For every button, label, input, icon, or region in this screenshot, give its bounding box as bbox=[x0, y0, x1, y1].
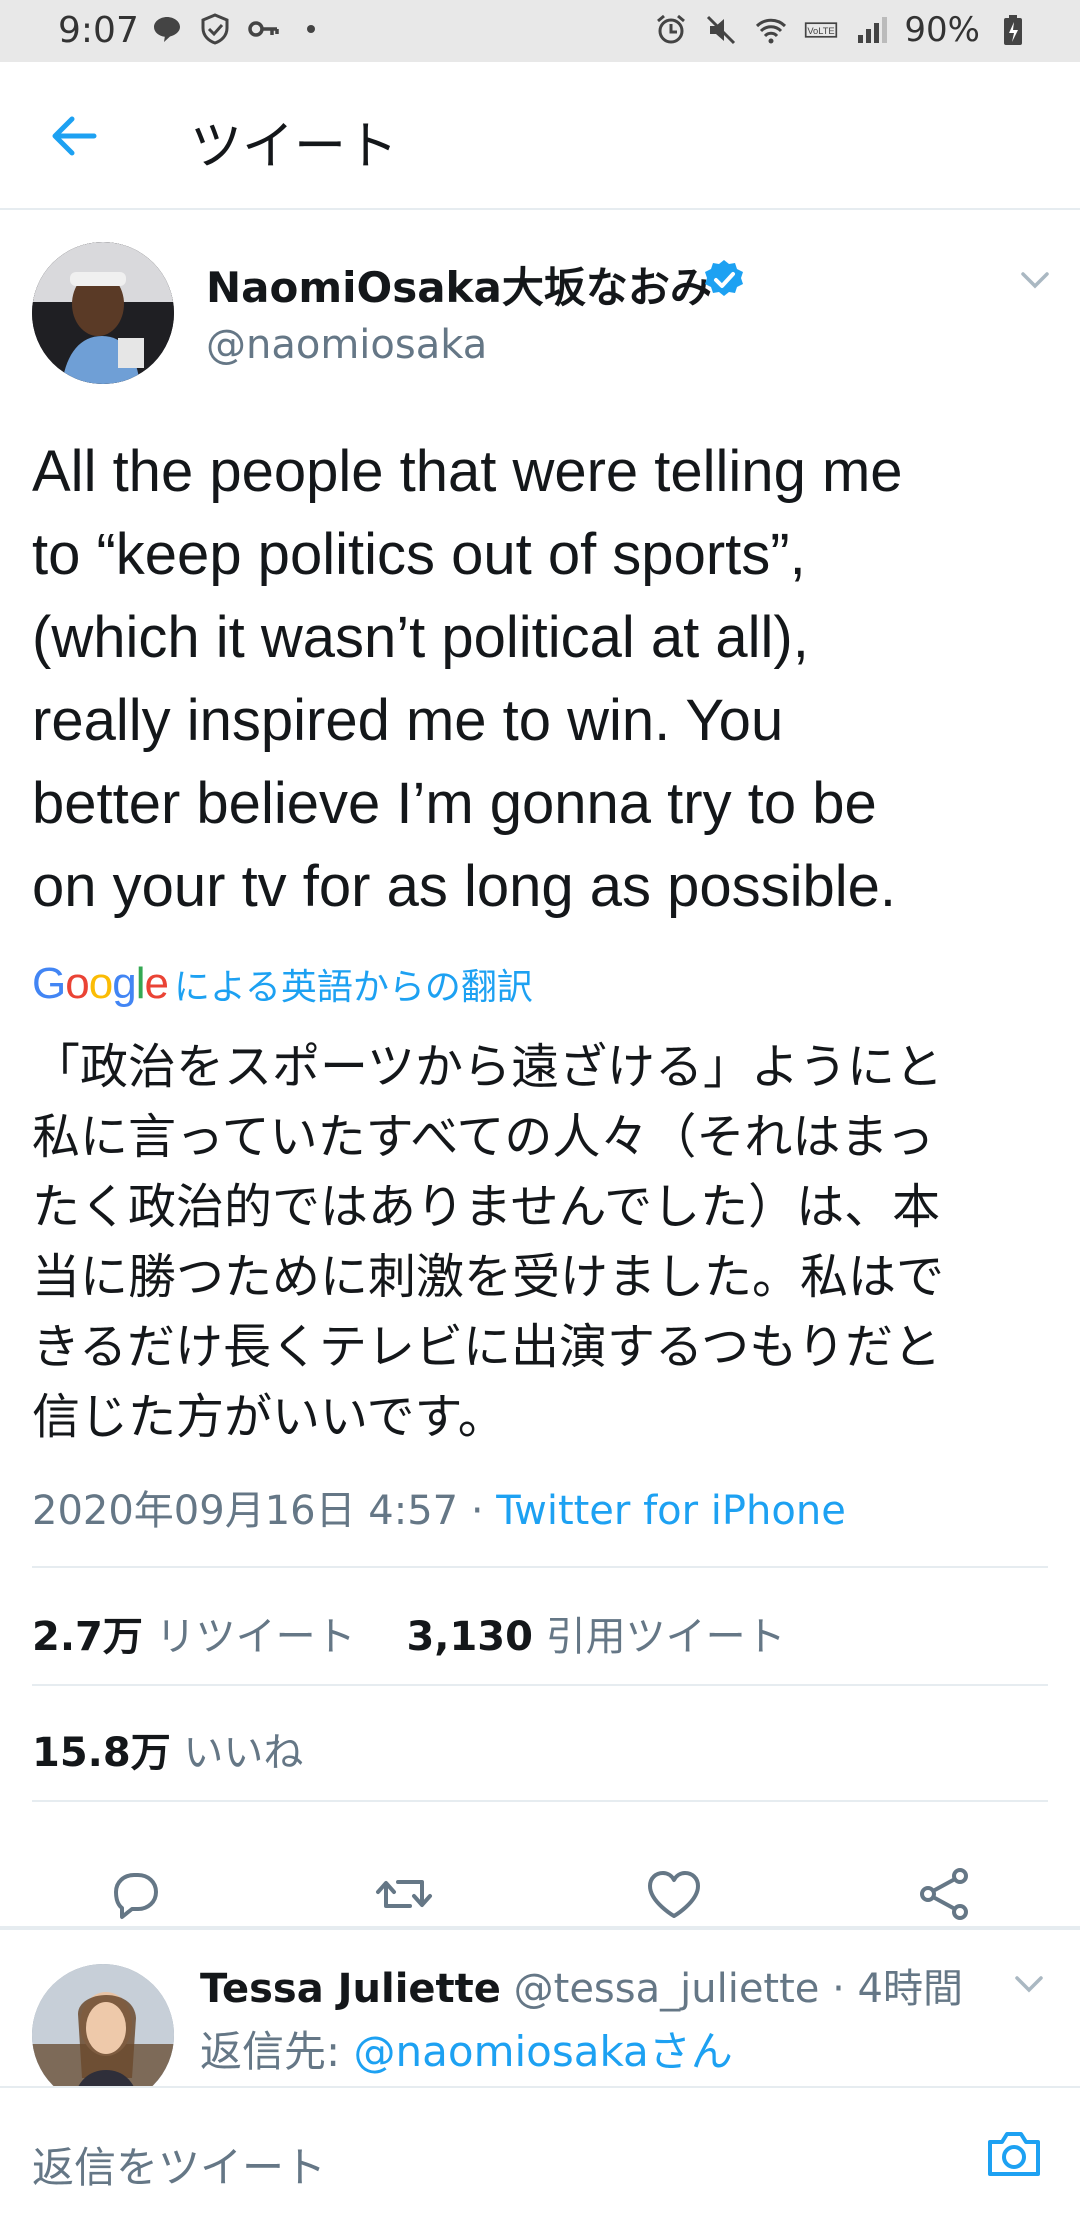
status-time: 9:07 bbox=[58, 10, 139, 51]
google-logo: Google bbox=[32, 959, 169, 1008]
page-title: ツイート bbox=[190, 117, 399, 177]
reply-chevron-down-icon[interactable] bbox=[1012, 1972, 1046, 1996]
reply-compose-bar[interactable]: 返信をツイート bbox=[0, 2086, 1080, 2220]
tweet-text-line: to “keep politics out of sports”, bbox=[32, 522, 806, 587]
alarm-icon bbox=[657, 14, 686, 44]
divider bbox=[32, 1566, 1048, 1568]
volte-icon: VoLTE bbox=[805, 22, 838, 38]
line-icon bbox=[154, 17, 180, 42]
reply-icon[interactable] bbox=[102, 1862, 166, 1926]
tweet-text-line: All the people that were telling me bbox=[32, 439, 903, 504]
verified-badge-icon bbox=[705, 260, 743, 296]
key-icon bbox=[248, 21, 279, 37]
like-label: いいね bbox=[183, 1730, 304, 1776]
tweet-actions bbox=[0, 1830, 1080, 1926]
tweet-source-link[interactable]: Twitter for iPhone bbox=[496, 1488, 846, 1534]
reply-author-avatar[interactable] bbox=[32, 1964, 174, 2106]
tweet-text-line: on your tv for as long as possible. bbox=[32, 854, 897, 919]
translated-line: きるだけ長くテレビに出演するつもりだと bbox=[32, 1319, 942, 1375]
author-name[interactable]: NaomiOsaka大坂なおみ bbox=[206, 254, 712, 315]
quote-label: 引用ツイート bbox=[545, 1614, 786, 1660]
dot-icon bbox=[307, 25, 315, 33]
wifi-icon bbox=[756, 18, 787, 44]
svg-text:VoLTE: VoLTE bbox=[808, 26, 835, 36]
reply-to-line: 返信先: @naomiosakaさん bbox=[200, 2018, 733, 2079]
like-count: 15.8万 bbox=[32, 1730, 171, 1776]
meta-separator: · bbox=[458, 1488, 497, 1534]
signal-icon bbox=[858, 17, 888, 43]
translation-label[interactable]: による英語からの翻訳 bbox=[174, 958, 533, 1010]
translated-line: 当に勝つために刺激を受けました。私はで bbox=[32, 1249, 945, 1305]
status-right-icons: VoLTE 90% bbox=[654, 10, 1030, 50]
tweet-text-line: really inspired me to win. You bbox=[32, 688, 784, 753]
reply-to-label: 返信先: bbox=[200, 2027, 354, 2076]
status-left-icons bbox=[150, 12, 328, 46]
like-heart-icon[interactable] bbox=[642, 1862, 706, 1926]
back-arrow-icon[interactable] bbox=[44, 106, 104, 166]
app-header: ツイート bbox=[0, 62, 1080, 210]
camera-icon[interactable] bbox=[984, 2126, 1044, 2182]
author-handle[interactable]: @naomiosaka bbox=[206, 322, 487, 368]
retweet-icon[interactable] bbox=[372, 1862, 436, 1926]
retweet-count: 2.7万 bbox=[32, 1614, 143, 1660]
divider bbox=[32, 1684, 1048, 1686]
reply-header[interactable]: Tessa Juliette @tessa_juliette · 4時間 bbox=[200, 1956, 963, 2014]
status-bar: 9:07 VoLTE 90% bbox=[0, 0, 1080, 62]
translated-line: 私に言っていたすべての人々（それはまっ bbox=[32, 1109, 935, 1165]
translation-attribution[interactable]: Google による英語からの翻訳 bbox=[32, 958, 533, 1010]
translated-text: 「政治をスポーツから遠ざける」ようにと 私に言っていたすべての人々（それはまっ … bbox=[32, 1032, 1052, 1452]
divider bbox=[32, 1800, 1048, 1802]
reply-to-mention[interactable]: @naomiosakaさん bbox=[354, 2027, 733, 2076]
tweet-text-line: (which it wasn’t political at all), bbox=[32, 605, 809, 670]
battery-charging-icon bbox=[1004, 15, 1022, 45]
reply-input-placeholder[interactable]: 返信をツイート bbox=[32, 2134, 326, 2195]
translated-line: 「政治をスポーツから遠ざける」ようにと bbox=[32, 1039, 944, 1095]
retweet-label: リツイート bbox=[155, 1614, 356, 1660]
shield-check-icon bbox=[201, 13, 229, 45]
author-avatar[interactable] bbox=[32, 242, 174, 384]
share-icon[interactable] bbox=[912, 1862, 976, 1926]
like-stats[interactable]: 15.8万 いいね bbox=[32, 1720, 303, 1778]
tweet-text-line: better believe I’m gonna try to be bbox=[32, 771, 877, 836]
tweet-timestamp: 2020年09月16日 4:57 bbox=[32, 1488, 459, 1534]
tweet-text: All the people that were telling me to “… bbox=[32, 430, 1052, 928]
reply-author-handle: @tessa_juliette · 4時間 bbox=[500, 1966, 963, 2012]
reply-author-name[interactable]: Tessa Juliette bbox=[200, 1966, 501, 2012]
retweet-stats[interactable]: 2.7万 リツイート 3,130 引用ツイート bbox=[32, 1604, 786, 1662]
translated-line: たく政治的ではありませんでした）は、本 bbox=[32, 1179, 941, 1235]
translated-line: 信じた方がいいです。 bbox=[32, 1389, 506, 1445]
mute-icon bbox=[707, 15, 736, 45]
chevron-down-icon[interactable] bbox=[1018, 268, 1052, 292]
battery-percent: 90% bbox=[904, 10, 980, 50]
section-divider bbox=[0, 1926, 1080, 1930]
tweet-meta: 2020年09月16日 4:57 · Twitter for iPhone bbox=[32, 1478, 846, 1536]
quote-count: 3,130 bbox=[406, 1614, 533, 1660]
